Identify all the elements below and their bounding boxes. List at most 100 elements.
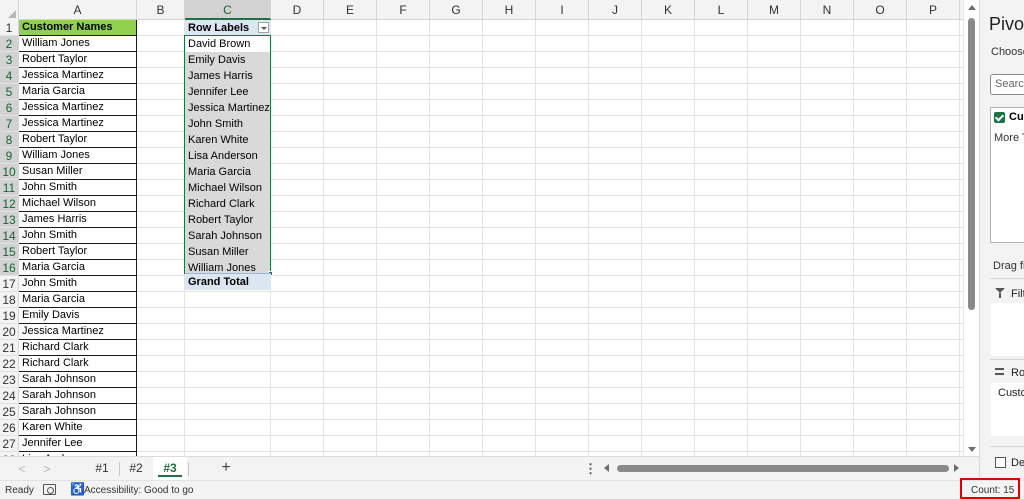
filter-dropdown-icon[interactable] — [258, 22, 269, 33]
table-cell[interactable]: Jessica Martinez — [19, 116, 137, 132]
pivot-row-item[interactable]: Jessica Martinez — [185, 100, 271, 116]
row-field-chip[interactable]: Custo — [998, 387, 1024, 399]
scroll-left-icon[interactable] — [604, 464, 609, 472]
column-header-k[interactable]: K — [642, 0, 695, 20]
row-header[interactable]: 14 — [0, 228, 19, 244]
table-cell[interactable]: Susan Miller — [19, 164, 137, 180]
column-header-l[interactable]: L — [695, 0, 748, 20]
defer-update-checkbox[interactable] — [995, 457, 1006, 468]
add-sheet-button[interactable]: + — [217, 459, 235, 477]
pivot-row-item[interactable]: David Brown — [185, 36, 271, 52]
column-header-a[interactable]: A — [19, 0, 137, 20]
field-search-input[interactable]: Search — [990, 74, 1024, 95]
table-cell[interactable]: Jessica Martinez — [19, 68, 137, 84]
table-cell[interactable]: Richard Clark — [19, 340, 137, 356]
table-cell[interactable]: Jessica Martinez — [19, 100, 137, 116]
scroll-up-icon[interactable] — [968, 5, 976, 10]
row-header[interactable]: 22 — [0, 356, 19, 372]
vertical-scroll-thumb[interactable] — [968, 18, 975, 310]
row-header[interactable]: 8 — [0, 132, 19, 148]
accessibility-status[interactable]: Accessibility: Good to go — [84, 485, 194, 496]
pivot-row-item[interactable]: Maria Garcia — [185, 164, 271, 180]
row-header[interactable]: 18 — [0, 292, 19, 308]
row-header[interactable]: 10 — [0, 164, 19, 180]
table-cell[interactable]: John Smith — [19, 180, 137, 196]
vertical-scrollbar[interactable] — [963, 0, 979, 456]
column-header-g[interactable]: G — [430, 0, 483, 20]
column-header-m[interactable]: M — [748, 0, 801, 20]
pivot-row-item[interactable]: Robert Taylor — [185, 212, 271, 228]
spreadsheet-grid[interactable]: ABCDEFGHIJKLMNOP 1 2 3 4 5 6 7 8 9 10 11 12 13 14 15 16… — [0, 0, 963, 456]
column-header-e[interactable]: E — [324, 0, 377, 20]
column-header-i[interactable]: I — [536, 0, 589, 20]
row-header[interactable]: 6 — [0, 100, 19, 116]
row-header[interactable]: 26 — [0, 420, 19, 436]
horizontal-scroll-thumb[interactable] — [617, 465, 949, 472]
row-header[interactable]: 20 — [0, 324, 19, 340]
row-header[interactable]: 23 — [0, 372, 19, 388]
table-cell[interactable]: Jennifer Lee — [19, 436, 137, 452]
row-header[interactable]: 13 — [0, 212, 19, 228]
column-header-f[interactable]: F — [377, 0, 430, 20]
filters-drop-area[interactable] — [991, 303, 1024, 356]
table-cell[interactable]: William Jones — [19, 36, 137, 52]
pivot-row-item[interactable]: John Smith — [185, 116, 271, 132]
row-header[interactable]: 25 — [0, 404, 19, 420]
column-a-header-cell[interactable]: Customer Names — [19, 20, 137, 36]
scroll-right-icon[interactable] — [954, 464, 959, 472]
pivot-row-item[interactable]: Sarah Johnson — [185, 228, 271, 244]
prev-sheet-icon[interactable]: < — [15, 462, 29, 476]
table-cell[interactable]: Robert Taylor — [19, 244, 137, 260]
pivot-grand-total[interactable]: Grand Total — [185, 273, 271, 290]
field-name[interactable]: Cus — [1009, 111, 1024, 123]
table-cell[interactable]: Robert Taylor — [19, 132, 137, 148]
table-cell[interactable]: Robert Taylor — [19, 52, 137, 68]
table-cell[interactable]: Richard Clark — [19, 356, 137, 372]
table-cell[interactable]: John Smith — [19, 276, 137, 292]
table-cell[interactable]: Sarah Johnson — [19, 388, 137, 404]
row-header[interactable]: 17 — [0, 276, 19, 292]
row-header[interactable]: 9 — [0, 148, 19, 164]
table-cell[interactable]: Sarah Johnson — [19, 372, 137, 388]
table-cell[interactable]: Maria Garcia — [19, 84, 137, 100]
table-cell[interactable]: William Jones — [19, 148, 137, 164]
next-sheet-icon[interactable]: > — [40, 462, 54, 476]
table-cell[interactable]: John Smith — [19, 228, 137, 244]
row-header[interactable]: 19 — [0, 308, 19, 324]
scroll-down-icon[interactable] — [968, 447, 976, 452]
macro-recording-icon[interactable] — [43, 484, 56, 495]
row-header[interactable]: 2 — [0, 36, 19, 52]
column-header-b[interactable]: B — [137, 0, 185, 20]
row-header[interactable]: 15 — [0, 244, 19, 260]
table-cell[interactable]: Maria Garcia — [19, 292, 137, 308]
pivot-row-item[interactable]: Susan Miller — [185, 244, 271, 260]
table-cell[interactable]: Emily Davis — [19, 308, 137, 324]
pivot-row-item[interactable]: Emily Davis — [185, 52, 271, 68]
select-all-corner[interactable] — [0, 0, 19, 20]
column-header-p[interactable]: P — [907, 0, 960, 20]
table-cell[interactable]: Jessica Martinez — [19, 324, 137, 340]
row-header[interactable]: 12 — [0, 196, 19, 212]
table-cell[interactable]: James Harris — [19, 212, 137, 228]
accessibility-icon[interactable]: ♿ — [70, 483, 85, 496]
row-header[interactable]: 27 — [0, 436, 19, 452]
sheet-tab-1[interactable]: #1 — [86, 457, 118, 481]
field-checkbox[interactable] — [994, 112, 1005, 123]
row-header[interactable]: 7 — [0, 116, 19, 132]
table-cell[interactable]: Maria Garcia — [19, 260, 137, 276]
pivot-row-item[interactable]: Lisa Anderson — [185, 148, 271, 164]
column-header-h[interactable]: H — [483, 0, 536, 20]
row-header[interactable]: 1 — [0, 20, 19, 36]
row-header[interactable]: 5 — [0, 84, 19, 100]
pivot-row-labels-header[interactable]: Row Labels — [185, 20, 271, 36]
pivot-row-item[interactable]: James Harris — [185, 68, 271, 84]
pivot-row-item[interactable]: Richard Clark — [185, 196, 271, 212]
more-tables-link[interactable]: More T — [994, 132, 1024, 144]
pivot-row-item[interactable]: Karen White — [185, 132, 271, 148]
table-cell[interactable]: Karen White — [19, 420, 137, 436]
column-header-d[interactable]: D — [271, 0, 324, 20]
pivot-row-item[interactable]: Jennifer Lee — [185, 84, 271, 100]
row-header[interactable]: 4 — [0, 68, 19, 84]
row-header[interactable]: 24 — [0, 388, 19, 404]
sheet-tab-3[interactable]: #3 — [153, 457, 187, 481]
